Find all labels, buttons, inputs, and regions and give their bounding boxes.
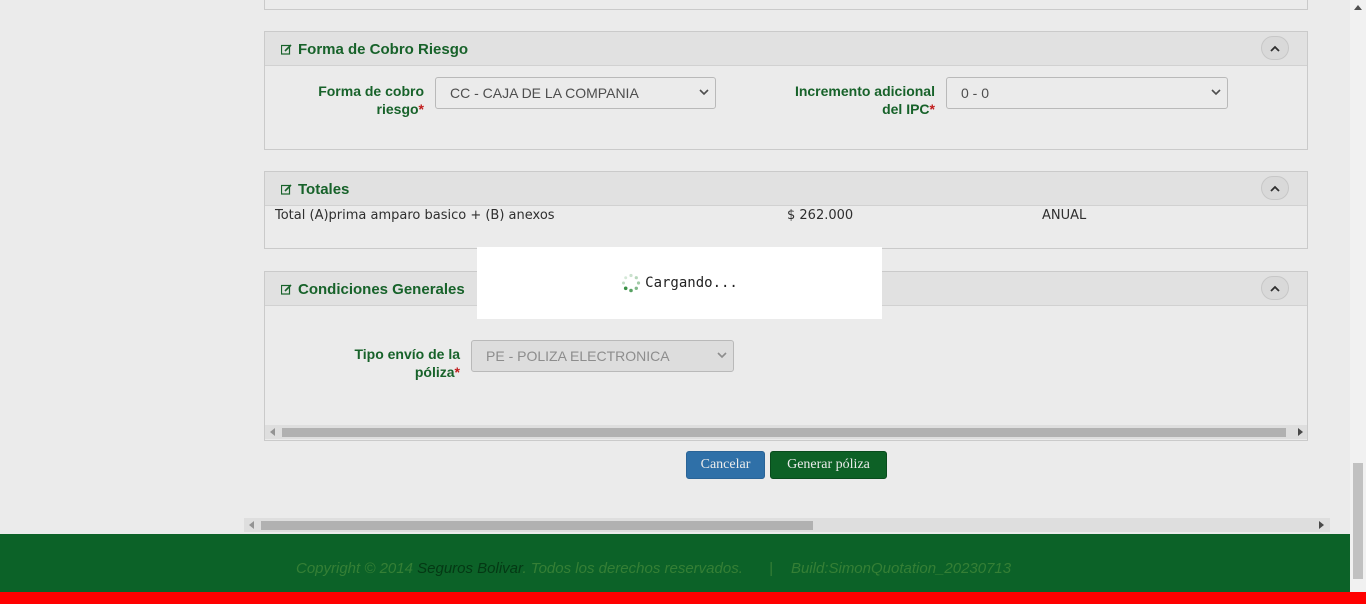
scrollbar-thumb[interactable] [1353, 463, 1363, 579]
page-vertical-scrollbar[interactable] [1350, 0, 1366, 592]
page: Forma de Cobro Riesgo Forma de cobro rie… [0, 0, 1366, 604]
loading-text: Cargando... [645, 275, 738, 291]
spinner-icon [622, 273, 641, 293]
loading-dialog: Cargando... [477, 247, 882, 319]
scroll-up-arrow[interactable] [1354, 5, 1362, 10]
alert-bar [0, 592, 1366, 604]
